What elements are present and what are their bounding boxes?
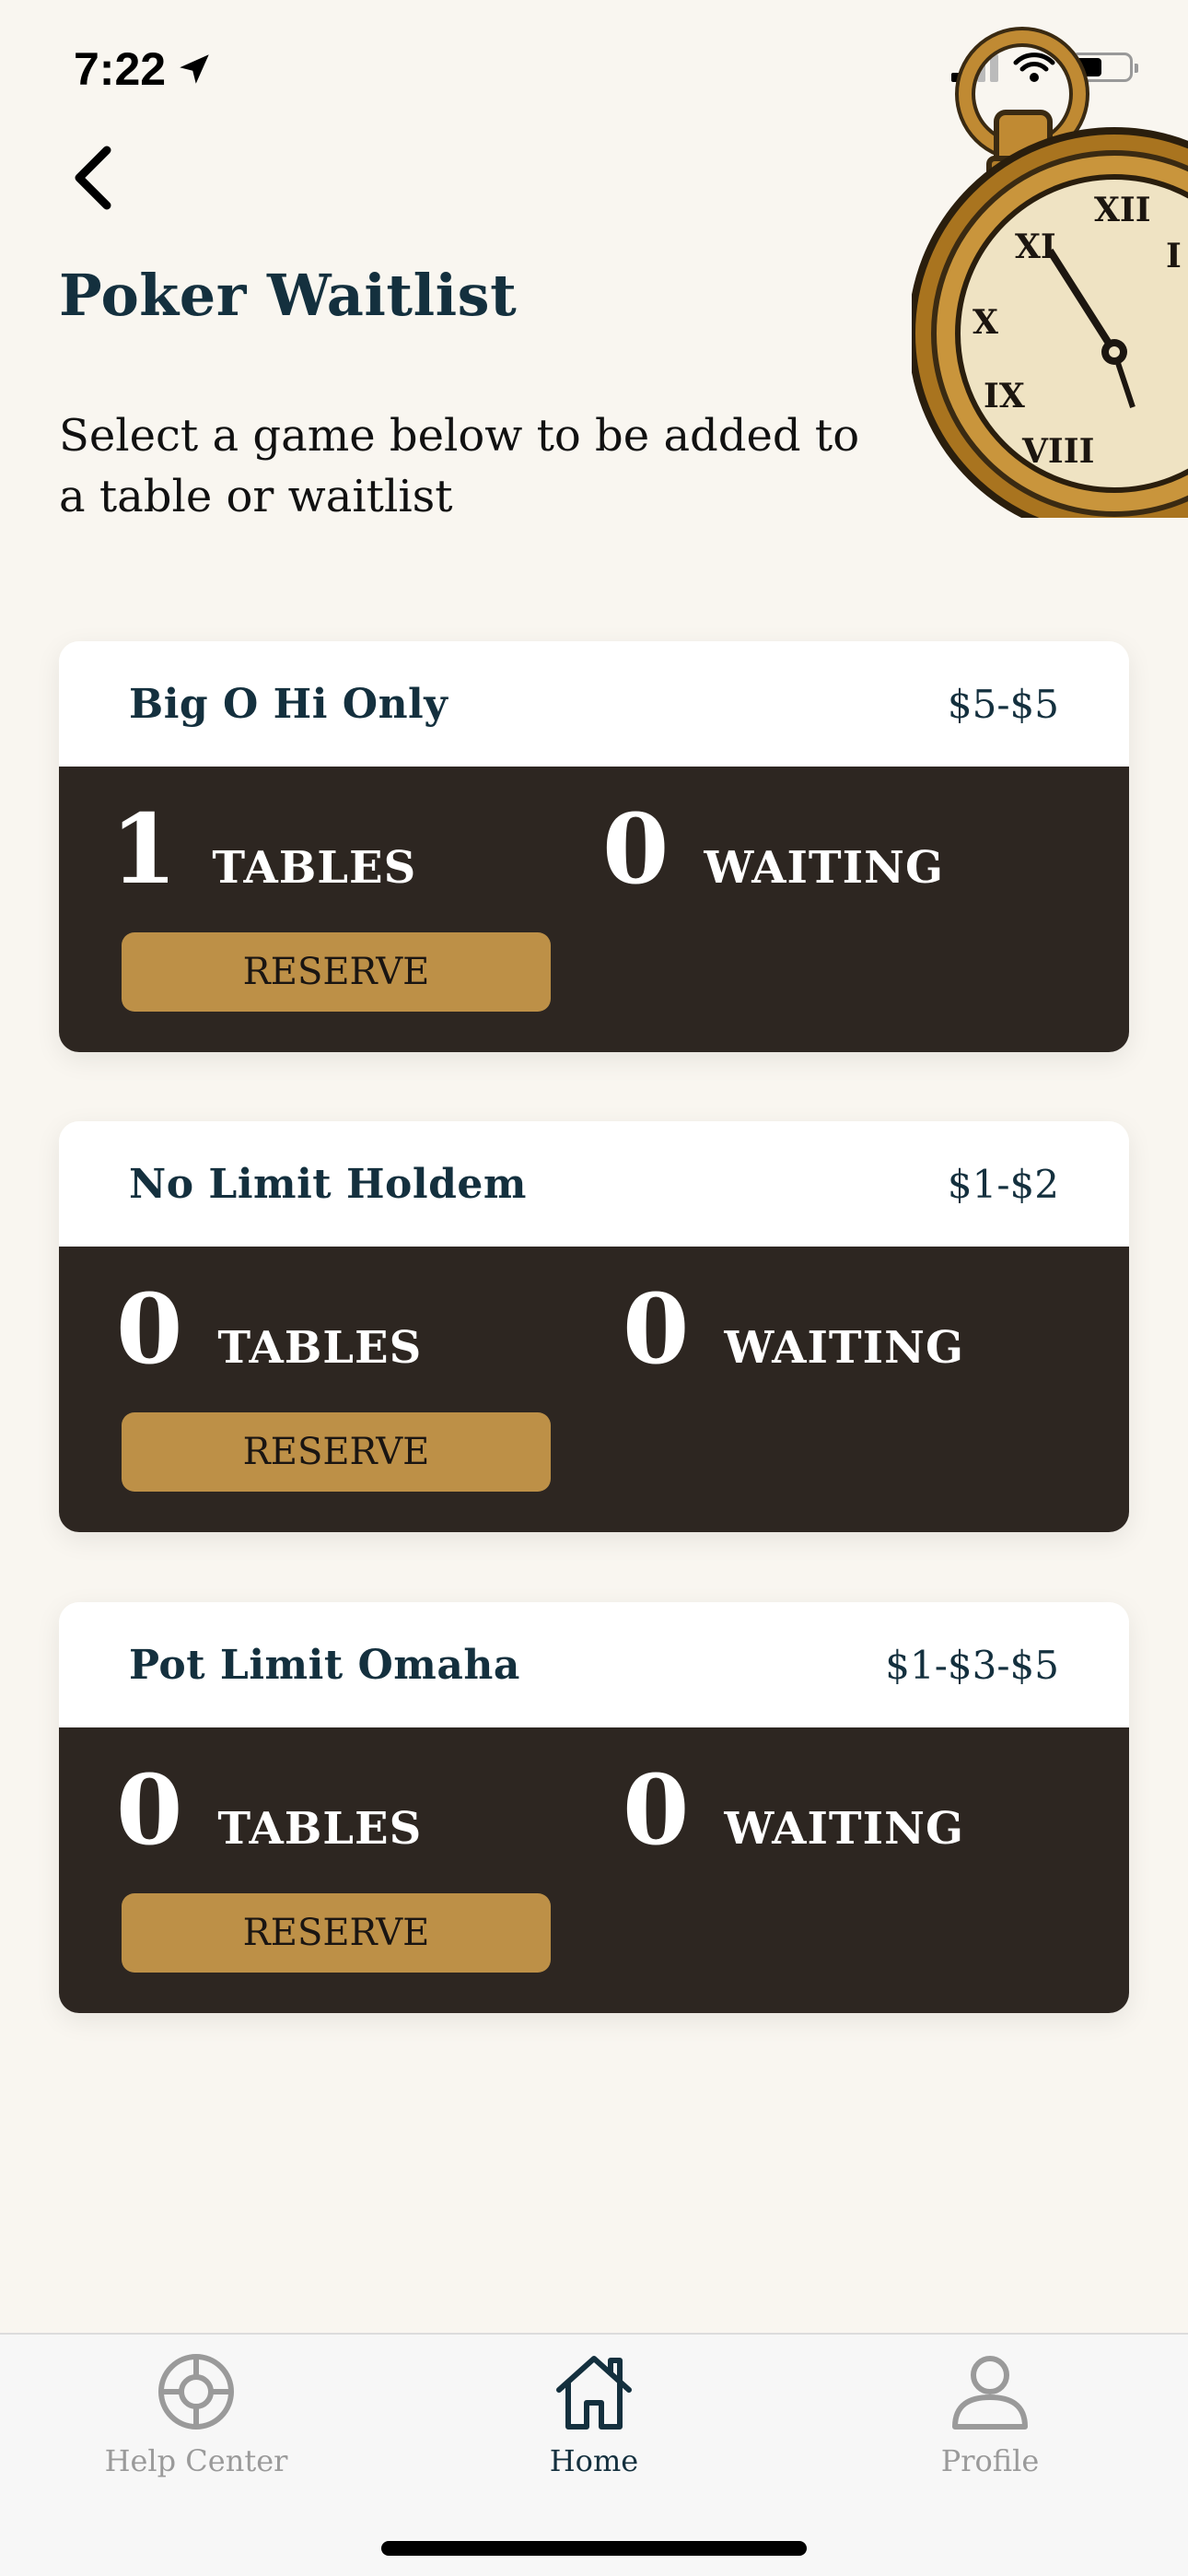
waiting-stat: 0 WAITING (602, 792, 944, 906)
game-name: Pot Limit Omaha (129, 1641, 520, 1689)
tab-label: Help Center (104, 2443, 288, 2478)
game-name: Big O Hi Only (129, 680, 448, 728)
svg-text:X: X (973, 303, 998, 342)
chevron-left-icon (75, 146, 111, 210)
user-icon (952, 2356, 1028, 2430)
home-indicator (381, 2541, 807, 2556)
home-icon (556, 2356, 632, 2430)
game-card-header: Pot Limit Omaha $1-$3-$5 (59, 1602, 1129, 1727)
location-arrow-icon (180, 54, 209, 84)
page-subtitle: Select a game below to be added to a tab… (59, 410, 860, 522)
game-card-body: 0 TABLES 0 WAITING RESERVE (59, 1727, 1129, 2013)
waiting-stat: 0 WAITING (623, 1272, 964, 1386)
svg-text:XI: XI (1015, 228, 1056, 266)
waiting-count: 0 (623, 1753, 690, 1867)
tables-stat: 1 TABLES (111, 792, 417, 906)
svg-text:IX: IX (984, 377, 1025, 416)
tables-label: TABLES (217, 1803, 423, 1855)
game-name: No Limit Holdem (129, 1160, 527, 1208)
game-stakes: $5-$5 (947, 681, 1059, 727)
waiting-label: WAITING (724, 1322, 964, 1374)
game-card: No Limit Holdem $1-$2 0 TABLES 0 WAITING… (59, 1121, 1129, 1532)
tables-count: 0 (116, 1753, 183, 1867)
tables-count: 0 (116, 1272, 183, 1386)
tables-stat: 0 TABLES (116, 1272, 423, 1386)
reserve-button[interactable]: RESERVE (122, 1893, 551, 1973)
tab-profile[interactable]: Profile (852, 2348, 1128, 2478)
svg-text:VIII: VIII (1021, 432, 1094, 471)
waiting-count: 0 (623, 1272, 690, 1386)
reserve-button[interactable]: RESERVE (122, 932, 551, 1012)
lifebuoy-icon (158, 2354, 234, 2430)
game-card: Pot Limit Omaha $1-$3-$5 0 TABLES 0 WAIT… (59, 1602, 1129, 2013)
status-time: 7:22 (74, 42, 214, 96)
tab-bar: Help Center Home Profile (0, 2333, 1188, 2576)
tables-stat: 0 TABLES (116, 1753, 423, 1867)
page-title: Poker Waitlist (59, 262, 518, 329)
status-time-text: 7:22 (74, 43, 167, 95)
game-card-header: Big O Hi Only $5-$5 (59, 641, 1129, 767)
tab-label: Home (549, 2443, 639, 2478)
game-card-body: 1 TABLES 0 WAITING RESERVE (59, 767, 1129, 1052)
tab-help-center[interactable]: Help Center (58, 2348, 334, 2478)
svg-text:XII: XII (1094, 191, 1151, 229)
back-button[interactable] (61, 136, 125, 219)
waiting-label: WAITING (704, 842, 944, 894)
waiting-label: WAITING (724, 1803, 964, 1855)
waiting-stat: 0 WAITING (623, 1753, 964, 1867)
reserve-button[interactable]: RESERVE (122, 1412, 551, 1492)
game-card-body: 0 TABLES 0 WAITING RESERVE (59, 1247, 1129, 1532)
pocket-watch-icon: XII XI X IX VIII I (912, 27, 1188, 518)
game-card-header: No Limit Holdem $1-$2 (59, 1121, 1129, 1247)
tab-home[interactable]: Home (456, 2348, 732, 2478)
tables-label: TABLES (212, 842, 417, 894)
waiting-count: 0 (602, 792, 670, 906)
game-stakes: $1-$3-$5 (885, 1642, 1059, 1688)
tab-label: Profile (940, 2443, 1040, 2478)
tables-count: 1 (111, 792, 178, 906)
game-card: Big O Hi Only $5-$5 1 TABLES 0 WAITING R… (59, 641, 1129, 1052)
tables-label: TABLES (217, 1322, 423, 1374)
game-stakes: $1-$2 (947, 1161, 1059, 1207)
svg-text:I: I (1166, 237, 1182, 275)
